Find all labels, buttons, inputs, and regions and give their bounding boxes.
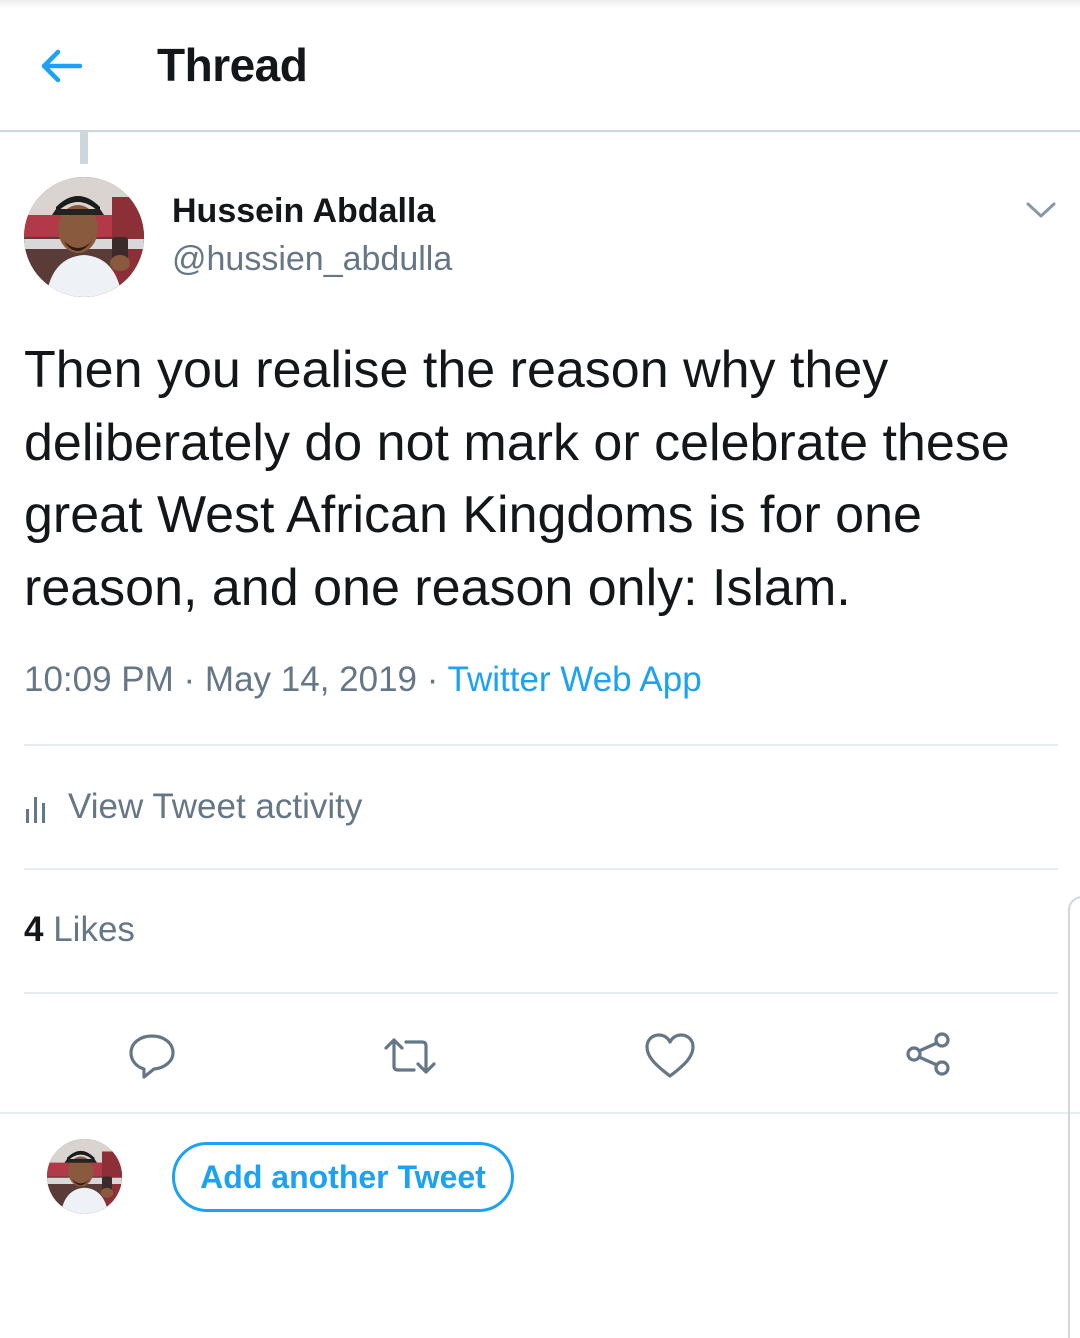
author-name[interactable]: Hussein Abdalla	[172, 192, 435, 231]
back-arrow-icon[interactable]	[36, 44, 86, 88]
tweet-time: 10:09 PM	[24, 660, 174, 699]
chevron-down-icon[interactable]	[1022, 196, 1060, 224]
avatar	[47, 1139, 122, 1214]
thread-connector-line	[80, 132, 88, 164]
tweet-date: May 14, 2019	[204, 660, 418, 699]
reply-icon[interactable]	[124, 1030, 180, 1082]
likes-count: 4	[24, 910, 44, 949]
likes-label: Likes	[53, 910, 135, 949]
scrollbar-edge	[1068, 896, 1080, 1338]
heart-icon[interactable]	[642, 1030, 698, 1082]
divider	[24, 744, 1058, 746]
divider	[24, 992, 1058, 994]
divider	[0, 1112, 1080, 1114]
meta-separator: ·	[417, 660, 448, 699]
view-tweet-activity-label: View Tweet activity	[68, 787, 363, 826]
avatar[interactable]	[24, 177, 144, 297]
share-icon[interactable]	[902, 1030, 958, 1082]
view-tweet-activity-button[interactable]: View Tweet activity	[24, 784, 362, 830]
page-title: Thread	[157, 39, 308, 91]
add-another-tweet-button[interactable]: Add another Tweet	[172, 1142, 514, 1212]
analytics-icon	[26, 797, 45, 823]
retweet-icon[interactable]	[382, 1030, 438, 1082]
likes-stat[interactable]: 4 Likes	[24, 910, 135, 950]
top-bar: Thread	[0, 0, 1080, 132]
meta-separator: ·	[173, 660, 205, 699]
tweet-source-link[interactable]: Twitter Web App	[448, 660, 702, 699]
author-handle[interactable]: @hussien_abdulla	[172, 240, 452, 279]
top-shadow	[0, 0, 1080, 8]
tweet-meta: 10:09 PM · May 14, 2019 · Twitter Web Ap…	[24, 660, 702, 700]
tweet-text: Then you realise the reason why they del…	[24, 341, 1010, 617]
divider	[24, 868, 1058, 870]
